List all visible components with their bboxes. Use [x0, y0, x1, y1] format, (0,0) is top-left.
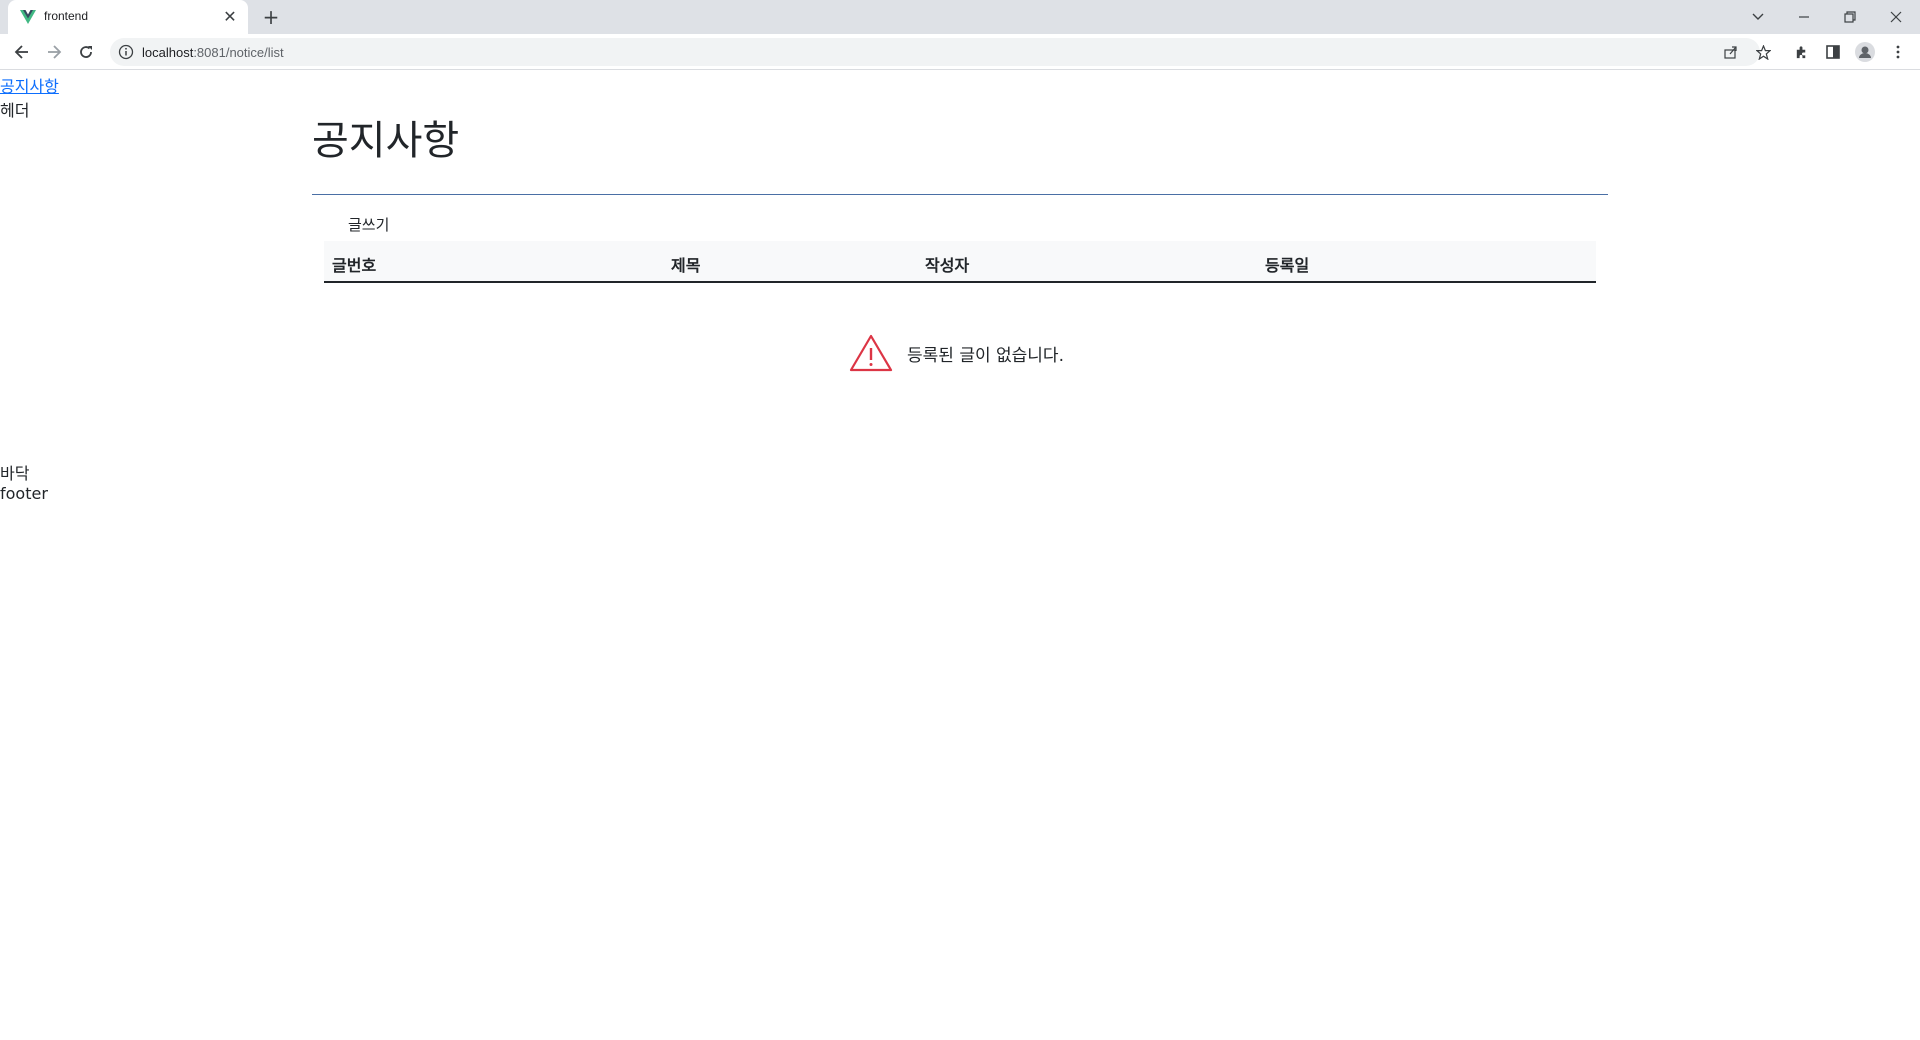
close-window-icon[interactable]	[1884, 5, 1908, 29]
column-header-title: 제목	[671, 256, 701, 275]
bookmark-star-icon[interactable]	[1754, 43, 1772, 61]
url-text: localhost:8081/notice/list	[142, 45, 284, 60]
reload-icon[interactable]	[74, 40, 98, 64]
share-icon[interactable]	[1722, 43, 1740, 61]
minimize-icon[interactable]	[1792, 5, 1816, 29]
footer-text: footer	[0, 484, 48, 503]
address-bar[interactable]: localhost:8081/notice/list	[110, 38, 1771, 66]
notice-table: 글번호 제목 작성자 등록일	[324, 241, 1596, 283]
column-header-date: 등록일	[1265, 256, 1310, 275]
back-icon[interactable]	[10, 40, 34, 64]
column-header-number: 글번호	[332, 256, 377, 275]
browser-toolbar: localhost:8081/notice/list	[0, 34, 1920, 70]
site-info-icon[interactable]	[118, 44, 134, 60]
title-divider	[312, 194, 1608, 195]
page-title: 공지사항	[312, 118, 460, 164]
tab-close-icon[interactable]: ✕	[220, 7, 240, 27]
column-header-author: 작성자	[925, 256, 970, 275]
side-panel-icon[interactable]	[1823, 42, 1843, 62]
write-button[interactable]: 글쓰기	[348, 214, 389, 235]
tab-bar: frontend ✕ +	[0, 0, 1920, 34]
empty-message: 등록된 글이 없습니다.	[907, 345, 1064, 366]
menu-kebab-icon[interactable]	[1888, 42, 1908, 62]
footer-label: 바닥	[0, 464, 30, 483]
warning-icon	[849, 334, 893, 372]
browser-tab[interactable]: frontend ✕	[8, 0, 248, 34]
new-tab-icon[interactable]: +	[259, 6, 283, 30]
tab-title: frontend	[44, 9, 89, 23]
profile-avatar-icon[interactable]	[1855, 42, 1875, 62]
notice-nav-link[interactable]: 공지사항	[0, 73, 59, 97]
vue-logo-icon	[20, 10, 36, 24]
extensions-icon[interactable]	[1791, 42, 1811, 62]
tab-search-icon[interactable]	[1746, 5, 1770, 29]
forward-icon[interactable]	[42, 40, 66, 64]
page-content: 공지사항 헤더 공지사항 글쓰기 글번호 제목 작성자 등록일 등록된 글이 없…	[0, 71, 1920, 1040]
restore-icon[interactable]	[1838, 5, 1862, 29]
header-text: 헤더	[0, 101, 30, 120]
empty-state: 등록된 글이 없습니다.	[849, 334, 1064, 372]
notice-main: 공지사항 글쓰기 글번호 제목 작성자 등록일 등록된 글이 없습니다.	[312, 116, 1608, 372]
table-header: 글번호 제목 작성자 등록일	[324, 241, 1596, 283]
